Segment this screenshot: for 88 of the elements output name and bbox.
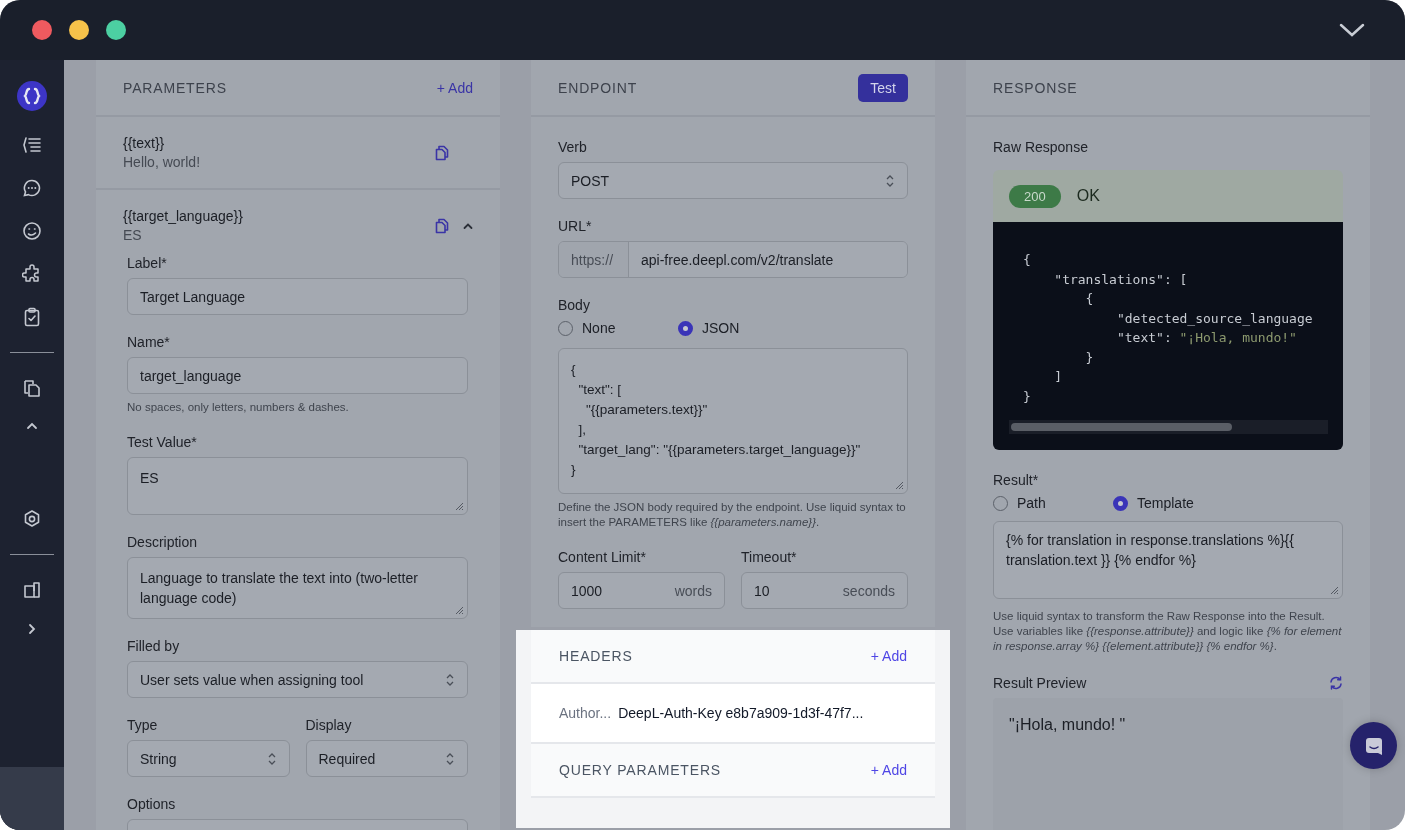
add-link[interactable]: + Add [436,79,473,96]
field-label: Type [127,717,159,733]
radio-label: JSON [702,320,740,336]
header-row[interactable]: Author... DeepL-Auth-Key e8b7a909-1d3f-47f7... [531,684,935,742]
field-label: Description [127,534,199,550]
field-hint: No spaces, only letters, numbers & dashes. [127,400,350,415]
field-label: Verb [558,139,588,155]
radio-label: Template [1137,495,1194,511]
chevron-up-icon[interactable] [463,221,473,230]
smiley-icon[interactable] [22,221,42,241]
field-label: URL* [558,218,593,234]
close-button[interactable] [32,20,52,40]
copy-icon[interactable] [435,217,449,234]
chevron-right-icon[interactable] [27,623,37,635]
input-field[interactable]: target_language [127,357,468,394]
chat-icon[interactable] [22,178,42,198]
add-link[interactable]: + Add [870,648,907,664]
minimize-button[interactable] [69,20,89,40]
section-title: RESPONSE [993,79,1078,96]
select-field[interactable]: String [127,740,290,777]
code-line: ] [1053,368,1063,386]
chevron-up-icon[interactable] [26,421,38,431]
field-hint: Define the JSON body required by the endpoint. Use liquid syntax to insert the PARAMETERS like {{parameters.name}}. [558,500,907,530]
section-title: PARAMETERS [123,79,227,96]
radio-label: None [582,320,616,336]
copy-icon[interactable] [435,144,449,161]
puzzle-icon[interactable] [22,264,42,284]
input-field[interactable]: Target Language [127,278,468,315]
resize-grip-icon [1330,586,1339,595]
field-label: Raw Response [993,139,1089,155]
text-area[interactable]: ES [127,457,468,515]
select-field[interactable]: User sets value when assigning tool [127,661,468,698]
zoom-button[interactable] [106,20,126,40]
parameter-name: {{target_language}} [123,208,244,224]
select-field[interactable]: Required [305,740,468,777]
code-line: } [1084,348,1094,367]
select-field[interactable]: POST [558,162,908,199]
field-label: Filled by [127,638,181,654]
resize-grip-icon [455,502,464,511]
refresh-icon[interactable] [1329,676,1343,690]
field-label: Options [127,796,177,812]
resize-grip-icon [895,481,904,490]
result-preview: "¡Hola, mundo! " [993,698,1343,830]
field-label: Label* [127,255,168,271]
radio-button[interactable] [678,320,693,336]
sidebar-footer [0,767,64,830]
status-text: OK [1076,187,1100,205]
field-label: Display [305,717,353,733]
chat-icon [1363,735,1384,756]
code-line: { [1084,290,1094,308]
field-label: Result* [993,472,1040,488]
parameter-name: {{text}} [123,135,166,151]
radio-label: Path [1017,495,1046,511]
section-title: HEADERS [559,648,633,664]
status-code: 200 [1009,184,1061,208]
test-button[interactable]: Test [858,73,908,102]
resize-grip-icon [455,606,464,615]
template-field[interactable]: {% for translation in response.translations %}{{ translation.text }} {% endfor %} [993,521,1343,599]
chevron-down-icon[interactable] [1339,22,1365,38]
parameter-value: ES [123,227,143,243]
code-line: { [1023,251,1031,269]
radio-button[interactable] [1113,495,1128,511]
section-title: QUERY PARAMETERS [559,762,722,778]
code-line: "detected_source_language [1115,309,1313,328]
field-label: Result Preview [993,675,1087,691]
parameter-value: Hello, world! [123,154,202,170]
documents-icon[interactable] [22,378,42,398]
field-label: Body [558,297,591,313]
field-label: Content Limit* [558,549,647,565]
book-icon[interactable] [22,580,42,600]
logo-icon[interactable] [17,81,47,111]
number-field[interactable]: 1000 words [558,572,725,609]
field-label: Test Value* [127,434,198,450]
clipboard-check-icon[interactable] [22,307,42,327]
add-link[interactable]: + Add [870,762,907,778]
list-icon[interactable] [22,135,42,155]
code-line: "text": "¡Hola, mundo!" [1115,329,1297,347]
field-hint: Use liquid syntax to transform the Raw Response into the Result. Use variables like {{response.attribute}} and logic like {% for element in response.array %} {{element.attribute}} {% endfor %}. [993,609,1343,654]
text-area[interactable]: Language to translate the text into (two-letter language code) [127,557,468,619]
field-label: Timeout* [741,549,798,565]
json-body-field[interactable]: { "text": [ "{{parameters.text}}" ], "target_lang": "{{parameters.target_language}}" } [558,348,908,494]
number-field[interactable]: 10 seconds [741,572,908,609]
section-title: ENDPOINT [558,79,638,96]
scrollbar[interactable] [1009,420,1328,434]
code-line: } [1023,387,1031,406]
code-line: "translations": [ [1053,270,1188,289]
settings-icon[interactable] [22,509,42,529]
field-label: Name* [127,334,171,350]
